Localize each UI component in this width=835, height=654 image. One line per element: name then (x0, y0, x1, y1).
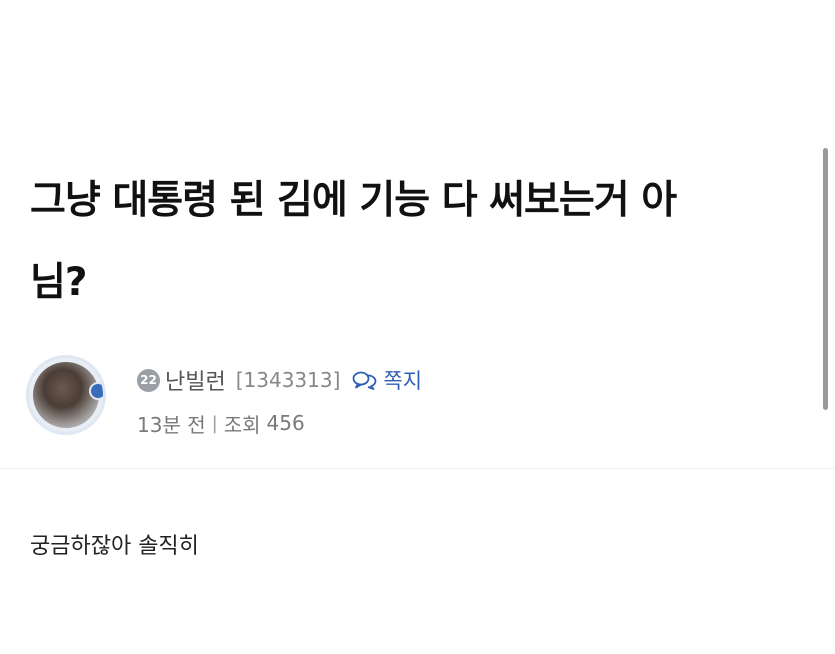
post-view: 그냥 대통령 된 김에 기능 다 써보는거 아님? 22 난빌런 [134331… (0, 0, 835, 654)
meta-separator: | (211, 412, 218, 434)
scrollbar[interactable] (823, 148, 828, 410)
chat-bubbles-icon (352, 370, 378, 390)
send-message-button[interactable]: 쪽지 (352, 365, 422, 395)
post-title: 그냥 대통령 된 김에 기능 다 써보는거 아님? (30, 178, 677, 305)
post-body: 궁금하잖아 솔직히 (30, 534, 199, 559)
views-label: 조회 (223, 412, 261, 437)
author-user-id: [1343313] (235, 368, 341, 392)
level-badge: 22 (137, 368, 160, 392)
author-nickname[interactable]: 난빌런 (165, 364, 226, 396)
post-time: 13분 전 (137, 412, 206, 437)
avatar[interactable] (26, 355, 106, 435)
avatar-status-icon (89, 382, 103, 400)
post-meta: 13분 전 | 조회 456 (137, 408, 305, 438)
send-message-label: 쪽지 (383, 369, 423, 393)
views-count: 456 (266, 411, 305, 435)
author-info: 22 난빌런 [1343313] 쪽지 (137, 362, 422, 398)
divider (0, 468, 835, 469)
